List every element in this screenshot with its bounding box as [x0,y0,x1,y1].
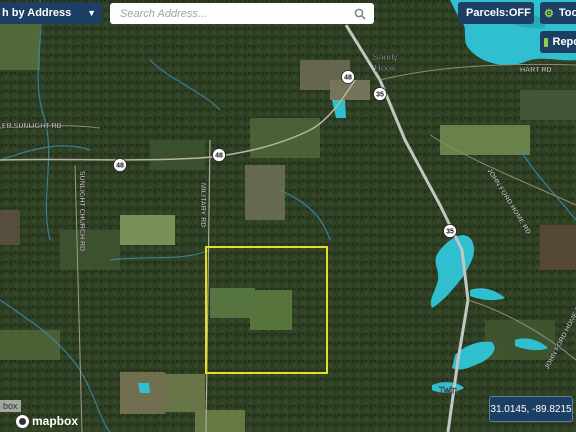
mapbox-logo-text: mapbox [32,414,79,428]
road-label: MILITARY RD [199,183,206,227]
parcels-state: OFF [508,7,531,19]
highway-shield-label: 48 [116,163,124,170]
highway-shield-label: 48 [344,75,352,82]
search-mode-dropdown[interactable]: h by Address ▼ [0,2,102,24]
address-search[interactable] [110,3,374,24]
highway-shield-label: 35 [446,229,454,236]
tools-label: Too [558,7,576,19]
mapbox-icon [16,414,29,428]
coordinates-text: 31.0145, -89.8215 [490,403,572,415]
highway-shield-label: 48 [215,153,223,160]
tools-button[interactable]: ⚙ Too [540,2,576,24]
road-label: ER SUNLIGHT RD [2,123,62,130]
reports-label: Repo [552,36,576,48]
road-label: SUNLIGHT CHURCH RD [78,171,85,251]
mapbox-logo[interactable]: mapbox [16,414,78,428]
search-input[interactable] [118,6,354,21]
road-label: HART RD [520,67,552,74]
place-label: Hook [374,63,396,73]
parcels-toggle[interactable]: Parcels: OFF [458,2,534,24]
gear-icon: ⚙ [544,7,554,20]
chevron-down-icon: ▼ [87,8,96,18]
place-label: Twin [439,385,458,395]
map-attribution[interactable]: box [0,400,21,412]
report-icon [544,37,548,47]
search-mode-label: h by Address [2,7,72,19]
highway-shield-label: 35 [376,92,384,99]
satellite-map[interactable]: HART RD ER SUNLIGHT RD SUNLIGHT CHURCH RD M… [0,0,576,432]
coordinates-readout: 31.0145, -89.8215 [489,396,573,422]
place-label: Sandy [372,52,398,62]
attribution-text: box [3,401,18,411]
reports-button[interactable]: Repo [540,31,576,53]
search-icon[interactable] [354,8,366,20]
parcels-label: Parcels: [466,7,509,19]
